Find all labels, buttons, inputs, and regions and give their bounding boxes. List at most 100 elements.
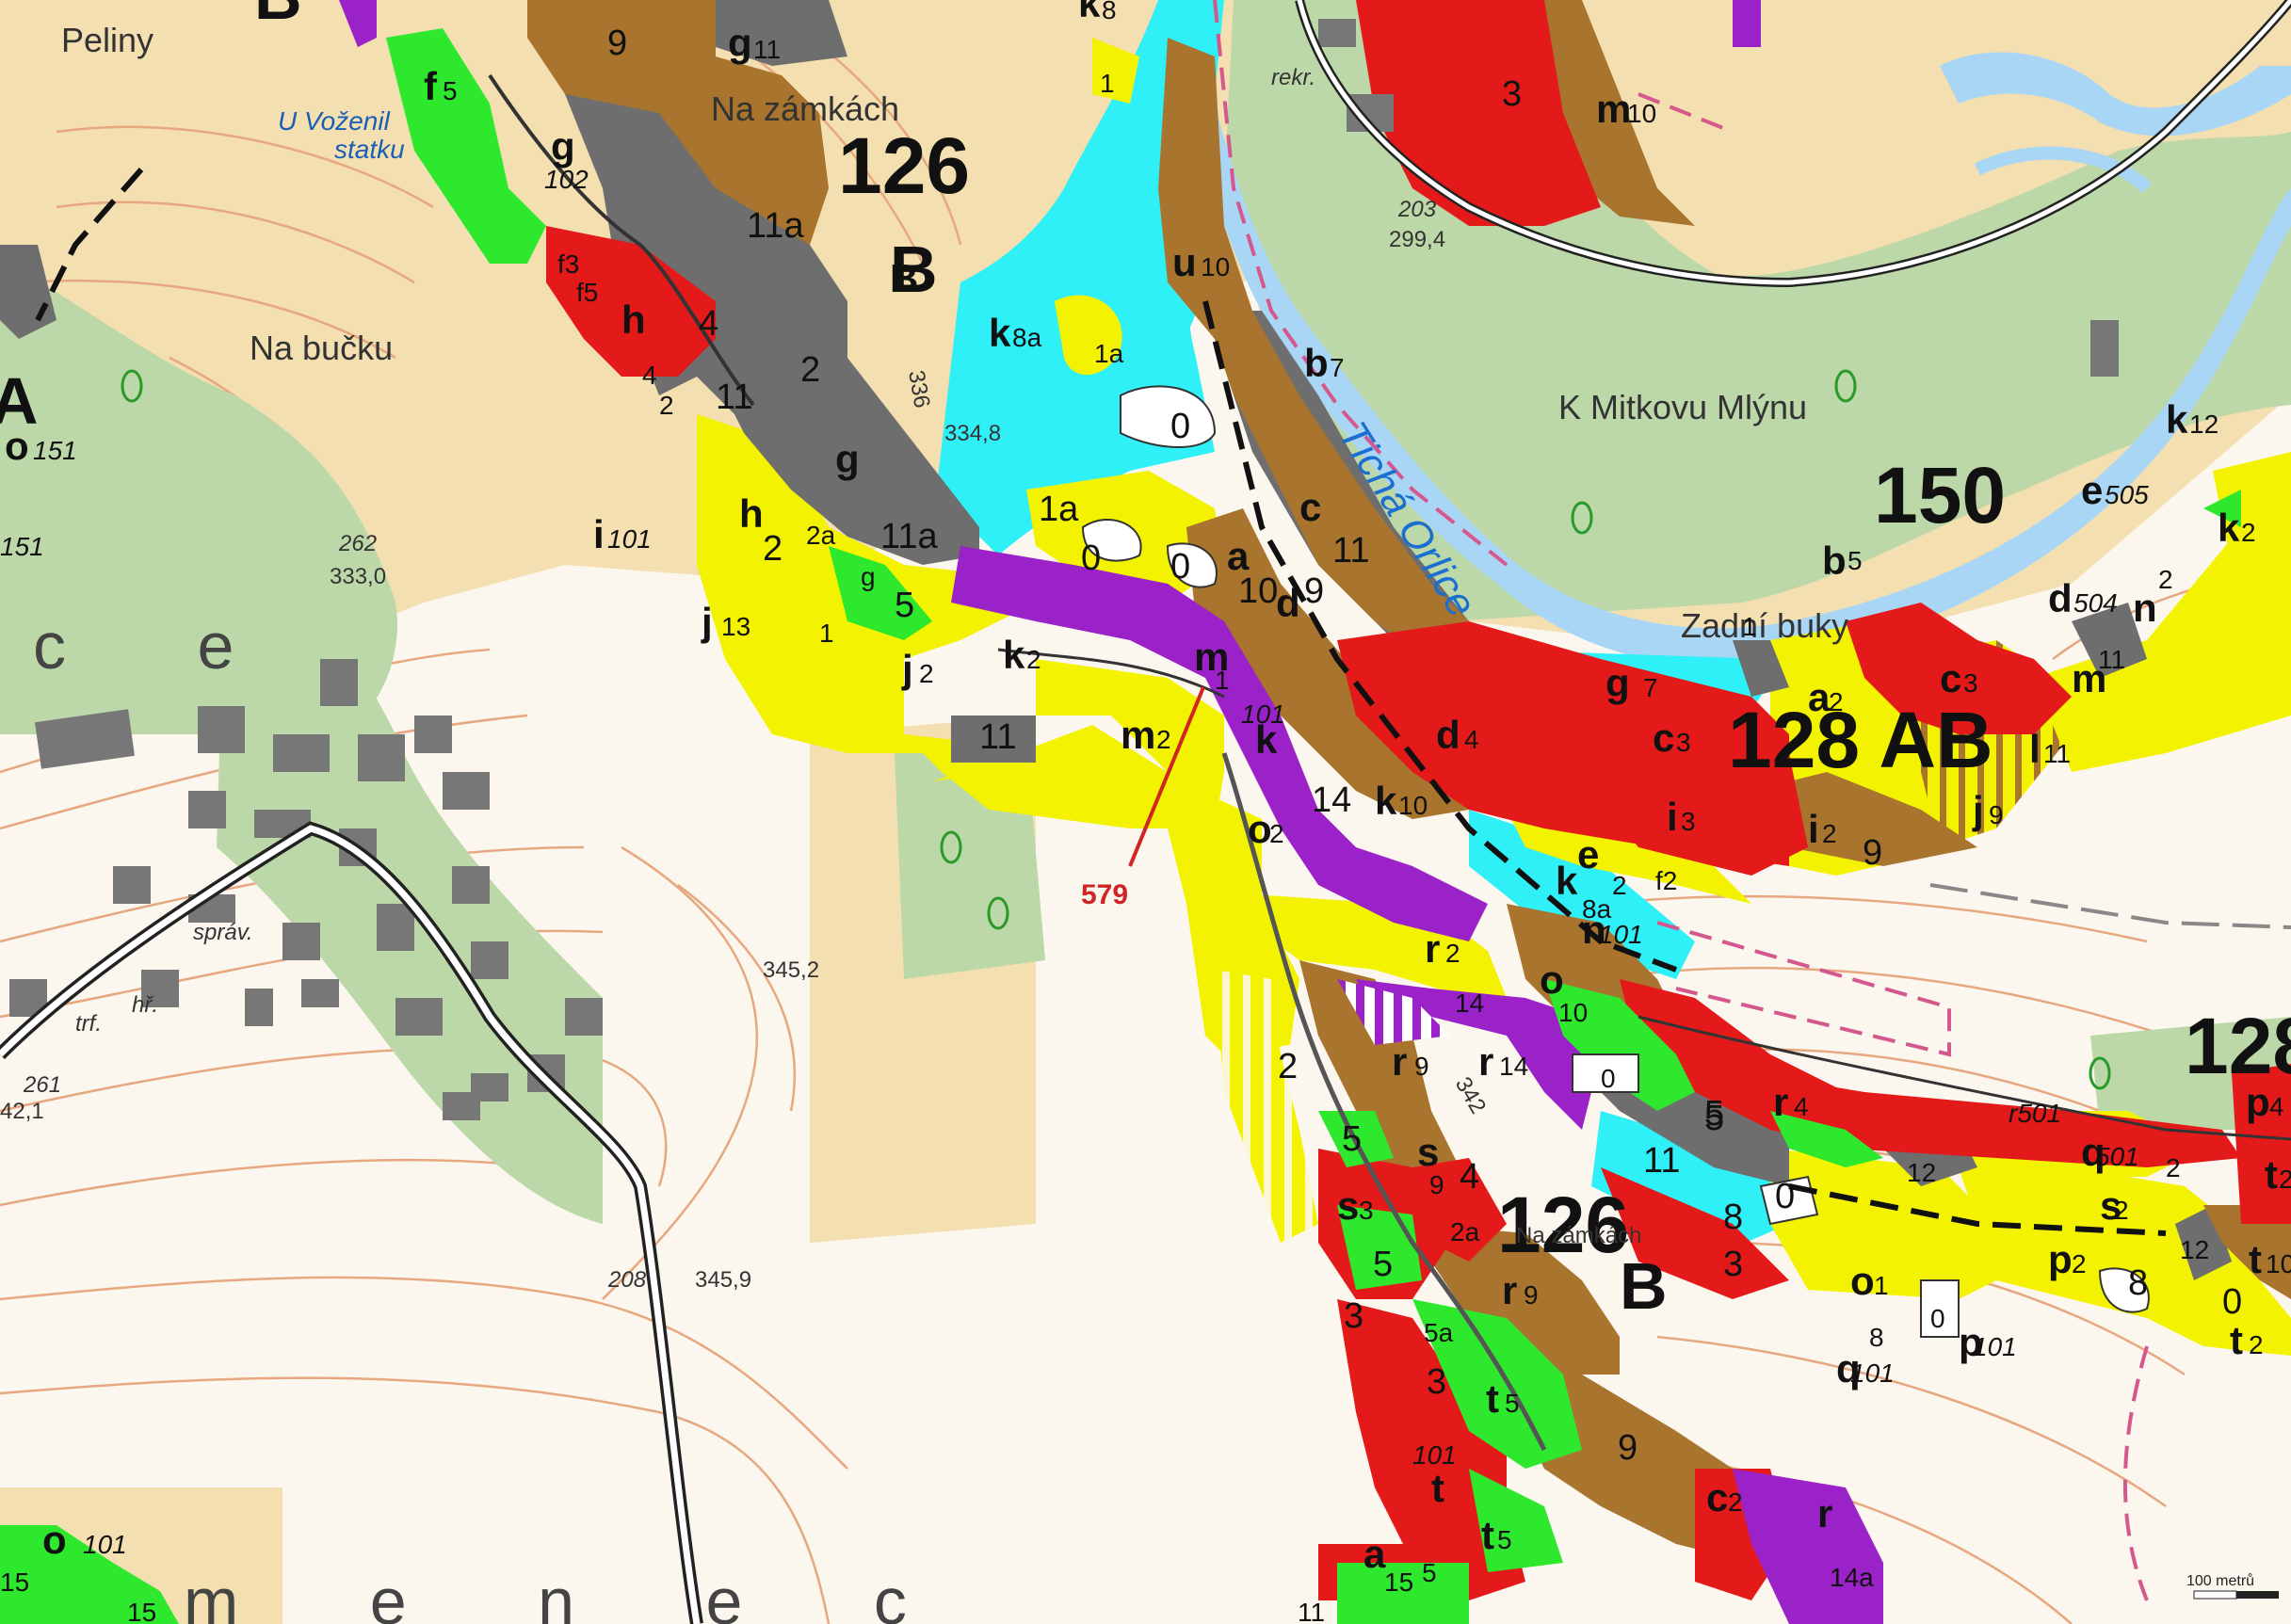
stand-label: 3 xyxy=(1681,807,1696,836)
stand-label: 0 xyxy=(1081,539,1101,578)
stand-label: 2 xyxy=(1445,939,1460,968)
stand-label: 9 xyxy=(1989,800,2004,829)
compartment-128-right: 128 xyxy=(2185,1002,2291,1090)
stand-label: d xyxy=(1436,713,1460,757)
map-canvas[interactable]: 126 B 126 B 150 128 AB 128 A B Peliny U … xyxy=(0,0,2291,1624)
stand-label: c xyxy=(1299,485,1321,529)
stand-label: c xyxy=(1653,716,1674,760)
stand-label: 2 xyxy=(2072,1249,2087,1278)
place-na-bucku: Na bučku xyxy=(250,329,393,367)
stand-label: 1 xyxy=(1100,69,1115,98)
stand-label: k xyxy=(1003,633,1025,677)
stand-label: 101 xyxy=(1973,1332,2017,1361)
stand-label: b xyxy=(1304,341,1329,385)
elev-334-8: 334,8 xyxy=(944,421,1001,446)
stand-label: 2a xyxy=(1450,1217,1480,1246)
stand-label: 1a xyxy=(1094,339,1124,368)
stand-label: 2 xyxy=(919,659,934,688)
stand-label: 9 xyxy=(1429,1170,1444,1199)
stand-label: 4 xyxy=(1460,1157,1479,1197)
stand-label: 4 xyxy=(642,361,657,390)
stand-label: 2 xyxy=(1612,871,1627,900)
stand-label: 8a xyxy=(1012,323,1042,352)
stand-label: 9 xyxy=(1414,1052,1429,1081)
stand-label: 9 xyxy=(1304,571,1324,611)
stand-label: 12 xyxy=(2189,410,2218,439)
stand-label: 10 xyxy=(1398,791,1428,820)
stand-label: o xyxy=(42,1518,67,1562)
stand-label: o xyxy=(1248,807,1272,851)
compartment-b-bottom: B xyxy=(1620,1249,1668,1323)
stand-label: 1 xyxy=(1874,1271,1889,1300)
stand-label: 3 xyxy=(1676,728,1691,757)
stand-label: e xyxy=(1577,832,1599,876)
stand-label: t xyxy=(1486,1376,1499,1421)
stand-label: 15 xyxy=(1384,1568,1413,1597)
stand-label: m xyxy=(1596,87,1631,131)
stand-label: k xyxy=(989,311,1011,355)
compartment-b-top-left: B xyxy=(254,0,302,33)
stand-label: 10 xyxy=(2266,1249,2291,1278)
stand-label: 8 xyxy=(1102,0,1117,24)
stand-label: t xyxy=(2230,1318,2243,1362)
place-trf: trf. xyxy=(75,1011,102,1037)
stand-label: 2 xyxy=(763,529,782,569)
stand-label: k xyxy=(1255,717,1278,762)
stand-label: 2 xyxy=(1822,819,1837,848)
stand-label: f xyxy=(424,64,438,108)
stand-label: f5 xyxy=(576,278,598,307)
stand-label: 14 xyxy=(1499,1052,1528,1081)
place-rekr: rekr. xyxy=(1271,65,1315,90)
elev-345-2: 345,2 xyxy=(763,957,819,983)
stand-label: b xyxy=(1822,539,1847,583)
forest-map[interactable]: 126 B 126 B 150 128 AB 128 A B Peliny U … xyxy=(0,0,2291,1624)
stand-label: 8 xyxy=(2128,1263,2148,1303)
elev-262: 262 xyxy=(338,531,377,556)
stand-label: 2 xyxy=(1026,645,1041,674)
stand-label: l xyxy=(2029,727,2041,771)
elev-299-4: 299,4 xyxy=(1389,227,1445,252)
stand-label: d xyxy=(1276,581,1300,625)
stand-label: 14 xyxy=(1312,780,1351,820)
stand-label: 0 xyxy=(1170,407,1190,446)
stand-label: s xyxy=(1417,1130,1439,1174)
stand-label: 3 xyxy=(1723,1245,1743,1284)
stand-label: 5 xyxy=(1847,546,1863,575)
stand-label: r xyxy=(1425,926,1440,971)
stand-label: 1 xyxy=(1215,666,1230,695)
stand-label: 11 xyxy=(1332,531,1369,571)
place-peliny: Peliny xyxy=(61,21,153,59)
stand-label: n xyxy=(2133,586,2157,630)
stand-label: 10 xyxy=(1627,99,1656,128)
stand-label: 11 xyxy=(2098,645,2125,674)
stand-label: g xyxy=(861,562,876,591)
stand-label: a xyxy=(1363,1532,1386,1576)
stand-label: 11 xyxy=(979,717,1016,757)
stand-label: t xyxy=(1431,1466,1444,1510)
stand-label: 10 xyxy=(1238,571,1278,611)
stand-label: 2 xyxy=(1156,725,1171,754)
stand-label: r xyxy=(1502,1268,1517,1312)
stand-label: 0 xyxy=(1775,1177,1795,1216)
stand-label: u xyxy=(1172,240,1197,284)
stand-label: 101 xyxy=(1599,920,1643,949)
marker-label-579: 579 xyxy=(1081,879,1128,910)
stand-label: p xyxy=(2246,1080,2270,1124)
stand-label: i xyxy=(1667,795,1678,839)
stand-label: 1a xyxy=(1039,490,1079,529)
stand-label: 8 xyxy=(1723,1198,1743,1237)
stand-label: s xyxy=(1337,1183,1359,1228)
stand-label: B xyxy=(890,256,918,300)
stand-label: k xyxy=(2166,397,2188,442)
stand-label: 0 xyxy=(1170,547,1190,587)
stand-label: h xyxy=(739,491,764,536)
stand-label: g xyxy=(835,437,860,481)
stand-label: 11 xyxy=(2043,739,2071,768)
stand-label: k xyxy=(2218,506,2240,550)
stand-label: 11 xyxy=(716,378,752,417)
stand-label: m xyxy=(1121,713,1155,757)
stand-label: 504 xyxy=(2073,588,2118,618)
stand-label: c xyxy=(1706,1475,1728,1519)
stand-label: 5 xyxy=(895,586,914,625)
stand-purple-top xyxy=(1733,0,1761,47)
